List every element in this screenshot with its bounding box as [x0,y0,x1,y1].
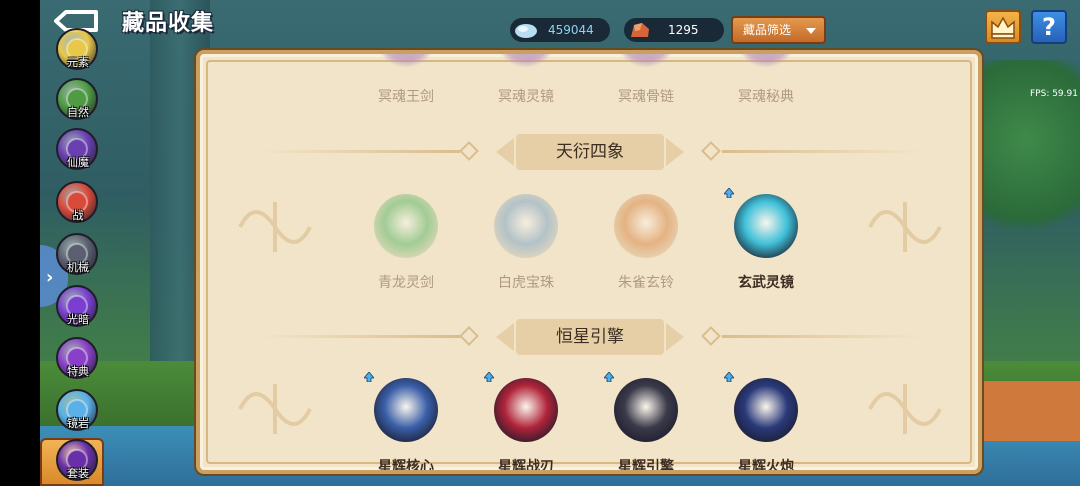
item-artwork-icon [734,54,798,68]
item-artwork-icon [614,378,678,442]
section-divider [260,335,460,338]
sidebar-category-label: 元素 [67,56,89,69]
decorative-swirl-icon [238,384,312,434]
upgrade-arrow-icon [724,372,734,382]
item-label: 冥魂骨链 [618,89,674,105]
help-button[interactable]: ? [1031,10,1067,44]
section-divider [722,335,922,338]
sidebar-category-label: 特典 [67,365,89,378]
collection-item[interactable]: 冥魂灵镜 [480,54,572,114]
screen-edge [0,0,40,486]
sidebar-category-label: 自然 [67,106,89,119]
upgrade-arrow-icon [364,372,374,382]
collection-item[interactable]: 冥魂骨链 [600,54,692,114]
item-artwork-icon [494,54,558,68]
section-divider [260,150,460,153]
item-label: 玄武灵镜 [738,275,794,291]
collection-item[interactable]: 玄武灵镜 [720,188,812,294]
upgrade-arrow-icon [604,372,614,382]
item-label: 星辉火炮 [738,459,794,474]
section-title: 恒星引擎 [556,327,624,347]
sidebar-category-label: 镜岩 [67,417,89,430]
decorative-swirl-icon [868,384,942,434]
item-artwork-icon [374,378,438,442]
fps-readout: FPS: 59.91 [1030,89,1078,99]
trophy-button[interactable] [985,10,1021,44]
collection-filter-dropdown[interactable]: 藏品筛选 [731,16,826,44]
item-label: 朱雀玄铃 [618,275,674,291]
item-label: 青龙灵剑 [378,275,434,291]
section-divider [722,150,922,153]
item-label: 冥魂王剑 [378,89,434,105]
upgrade-arrow-icon [484,372,494,382]
sidebar-category-label: 仙魔 [67,156,89,169]
collection-item[interactable]: 朱雀玄铃 [600,194,692,294]
panel-border [206,60,972,464]
item-artwork-icon [614,54,678,68]
background-rock [970,381,1080,441]
collection-item[interactable]: 青龙灵剑 [360,194,452,294]
item-label: 星辉战刃 [498,459,554,474]
section-banner: 恒星引擎 [496,319,684,355]
item-artwork-icon [494,194,558,258]
collection-item[interactable]: 星辉火炮 [720,372,812,474]
ore-counter: 1295 [624,18,724,42]
collection-item[interactable]: 星辉核心 [360,372,452,474]
crown-icon [991,16,1015,39]
filter-label: 藏品筛选 [743,23,792,37]
sidebar-category-label: 光暗 [67,313,89,326]
collection-item[interactable]: 冥魂王剑 [360,54,452,114]
item-artwork-icon [494,378,558,442]
gem-counter: 459044 [510,18,610,42]
section-title: 天衍四象 [556,142,624,162]
item-artwork-icon [374,54,438,68]
sidebar-category-label: 战 [72,209,84,222]
chevron-right-icon: › [46,267,54,288]
upgrade-arrow-icon [724,188,734,198]
crystal-icon [515,24,537,38]
ore-icon [631,23,649,37]
section-banner: 天衍四象 [496,134,684,170]
collection-item[interactable]: 冥魂秘典 [720,54,812,114]
collection-item[interactable]: 白虎宝珠 [480,194,572,294]
sidebar-category-label: 套装 [67,467,89,480]
item-label: 星辉核心 [378,459,434,474]
item-artwork-icon [734,194,798,258]
decorative-swirl-icon [868,202,942,252]
item-artwork-icon [734,378,798,442]
item-label: 冥魂灵镜 [498,89,554,105]
item-label: 星辉引擎 [618,459,674,474]
collection-item[interactable]: 星辉引擎 [600,372,692,474]
item-label: 白虎宝珠 [498,275,554,291]
decorative-swirl-icon [238,202,312,252]
page-title: 藏品收集 [122,11,215,36]
item-artwork-icon [614,194,678,258]
sidebar-category-label: 机械 [67,261,89,274]
collection-item[interactable]: 星辉战刃 [480,372,572,474]
item-label: 冥魂秘典 [738,89,794,105]
chevron-down-icon [806,28,816,34]
item-artwork-icon [374,194,438,258]
ore-count: 1295 [668,23,699,37]
collection-panel: 冥魂王剑 冥魂灵镜 冥魂骨链 冥魂秘典 天衍四象 青龙灵剑 白虎宝珠 朱雀玄铃 玄武灵镜 恒… [196,50,982,474]
gem-count: 459044 [548,23,594,37]
